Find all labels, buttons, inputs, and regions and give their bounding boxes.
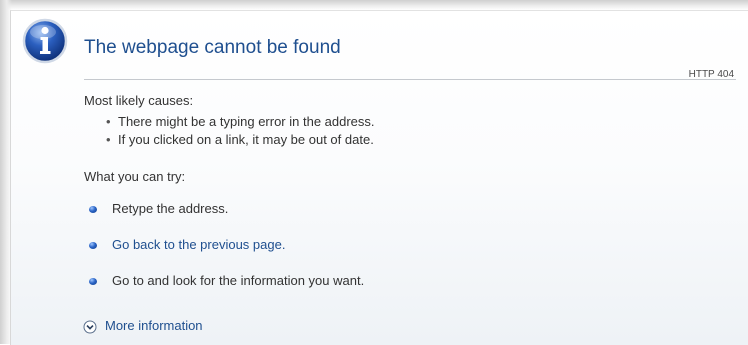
expand-chevron-icon[interactable]	[83, 320, 97, 334]
cause-item-text: There might be a typing error in the add…	[118, 114, 375, 129]
go-back-link[interactable]: Go back to the previous page.	[112, 237, 285, 252]
try-heading: What you can try:	[84, 169, 186, 184]
http-status-code: HTTP 404	[688, 69, 734, 80]
window-shadow-top	[0, 0, 748, 10]
info-icon	[22, 18, 68, 64]
blue-bullet-icon	[89, 206, 97, 213]
page-title: The webpage cannot be found	[84, 37, 341, 58]
try-item-go-to: Go to and look for the information you w…	[112, 273, 365, 288]
title-divider	[84, 79, 736, 80]
cause-item: • There might be a typing error in the ad…	[106, 114, 375, 129]
cause-bullet: •	[106, 132, 111, 147]
try-item-retype: Retype the address.	[112, 201, 229, 216]
causes-heading: Most likely causes:	[84, 93, 194, 108]
blue-bullet-icon	[89, 278, 97, 285]
more-information-link[interactable]: More information	[105, 318, 203, 333]
cause-item-text: If you clicked on a link, it may be out …	[118, 132, 374, 147]
cause-item: • If you clicked on a link, it may be out…	[106, 132, 374, 147]
cause-bullet: •	[106, 114, 111, 129]
blue-bullet-icon	[89, 242, 97, 249]
